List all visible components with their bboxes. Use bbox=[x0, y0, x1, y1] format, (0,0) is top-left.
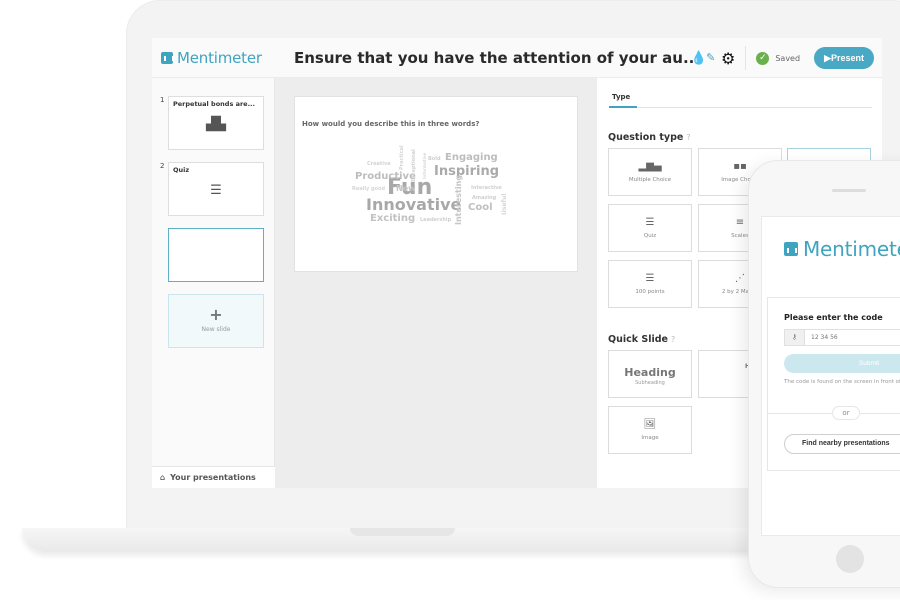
phone-screen: Mentimeter Please enter the code ⚷ Submi… bbox=[761, 216, 900, 536]
slide-thumbnail[interactable]: Perpetual bonds are... ▟▙ bbox=[168, 96, 264, 150]
word-cloud-word: Creative bbox=[367, 161, 391, 167]
word-cloud-word: Interesting bbox=[454, 174, 463, 225]
word-cloud-word: Informative bbox=[422, 152, 427, 179]
word-cloud-word: Innovative bbox=[366, 195, 462, 214]
app-header: Mentimeter Ensure that you have the atte… bbox=[152, 38, 882, 78]
code-hint: The code is found on the screen in front… bbox=[784, 379, 900, 385]
plus-icon: + bbox=[209, 305, 223, 324]
word-cloud-word: Bold bbox=[428, 156, 441, 162]
question-type-label: Quiz bbox=[643, 233, 657, 239]
logo-text: Mentimeter bbox=[177, 48, 262, 67]
question-type-100-points[interactable]: ☰ 100 points bbox=[608, 260, 692, 308]
phone-logo-text: Mentimeter bbox=[803, 237, 900, 261]
slide-number: 1 bbox=[160, 96, 165, 104]
word-cloud-word: Exciting bbox=[370, 213, 416, 224]
word-cloud-word: Inspiring bbox=[434, 164, 500, 179]
word-cloud-word: Really good bbox=[352, 186, 386, 192]
word-cloud-word: Exceptional bbox=[411, 149, 417, 182]
logo[interactable]: Mentimeter bbox=[161, 49, 284, 67]
join-card: Please enter the code ⚷ Submit The code … bbox=[767, 297, 900, 471]
check-circle-icon: ✓ bbox=[756, 51, 770, 65]
question-type-multiple-choice[interactable]: ▂▆▄ Multiple Choice bbox=[608, 148, 692, 196]
new-slide-tile[interactable]: + New slide bbox=[168, 294, 264, 348]
quick-slide-subheading-text: Subheading bbox=[635, 380, 665, 386]
quick-slide-image[interactable]: 🖼 Image bbox=[608, 406, 692, 454]
slide-number: 2 bbox=[160, 162, 165, 170]
key-icon: ⚷ bbox=[785, 330, 805, 345]
slide-thumbnail-selected[interactable] bbox=[168, 228, 264, 282]
question-type-label: Multiple Choice bbox=[628, 177, 672, 183]
submit-button[interactable]: Submit bbox=[784, 354, 900, 373]
word-cloud-word: Leadership bbox=[420, 217, 452, 223]
quick-slide-label: Image bbox=[641, 435, 659, 441]
checklist-icon: ☰ bbox=[210, 183, 222, 198]
tab-type[interactable]: Type bbox=[612, 93, 630, 101]
help-icon[interactable]: ? bbox=[686, 133, 690, 142]
find-nearby-button[interactable]: Find nearby presentations bbox=[784, 434, 900, 454]
tab-divider bbox=[609, 107, 872, 108]
tab-active-indicator bbox=[609, 106, 637, 108]
saved-status: Saved bbox=[775, 53, 801, 63]
checklist-icon: ☰ bbox=[645, 217, 655, 228]
laptop-notch bbox=[350, 528, 455, 536]
image-icon: 🖼 bbox=[643, 419, 657, 430]
bar-chart-icon bbox=[784, 242, 798, 256]
slides-sidebar: 1 Perpetual bonds are... ▟▙ 2 Quiz ☰ + N… bbox=[152, 78, 275, 488]
bars-icon: ☰ bbox=[645, 273, 655, 284]
word-cloud-word: Cool bbox=[468, 202, 493, 213]
quick-slide-label: Quick Slide bbox=[608, 334, 668, 345]
question-type-quiz[interactable]: ☰ Quiz bbox=[608, 204, 692, 252]
slide-title: Perpetual bonds are... bbox=[173, 100, 255, 108]
question-type-label: Question type bbox=[608, 132, 684, 143]
bar-chart-icon: ▟▙ bbox=[206, 117, 226, 132]
phone-frame: Mentimeter Please enter the code ⚷ Submi… bbox=[748, 160, 900, 588]
slide-preview[interactable]: How would you describe this in three wor… bbox=[294, 96, 578, 272]
slide-canvas-area: How would you describe this in three wor… bbox=[275, 78, 597, 488]
question-type-title: Question type? bbox=[608, 132, 691, 143]
word-cloud: Fun Innovative Inspiring Engaging Productive… bbox=[295, 97, 579, 273]
slide-title: Quiz bbox=[173, 166, 190, 174]
word-cloud-word: Practical bbox=[399, 145, 405, 170]
present-button[interactable]: ▶Present bbox=[814, 47, 874, 69]
home-button[interactable] bbox=[836, 545, 864, 573]
home-icon: ⌂ bbox=[160, 473, 166, 482]
header-divider bbox=[745, 46, 747, 70]
phone-speaker bbox=[832, 189, 866, 192]
drop-icon[interactable]: 💧 bbox=[691, 51, 707, 66]
your-presentations-link[interactable]: ⌂ Your presentations bbox=[152, 466, 275, 488]
presentation-title[interactable]: Ensure that you have the attention of yo… bbox=[294, 49, 700, 67]
code-input-group: ⚷ bbox=[784, 329, 900, 346]
quick-slide-heading-text: Heading bbox=[624, 366, 676, 379]
enter-code-label: Please enter the code bbox=[784, 313, 883, 322]
word-cloud-word: Productive bbox=[355, 171, 416, 182]
code-input[interactable] bbox=[805, 330, 900, 345]
word-cloud-word: Engaging bbox=[445, 152, 498, 163]
question-type-label: 100 points bbox=[635, 289, 665, 295]
your-presentations-label: Your presentations bbox=[170, 473, 256, 482]
word-cloud-word: Amazing bbox=[472, 195, 497, 201]
bar-chart-icon bbox=[161, 51, 174, 64]
new-slide-label: New slide bbox=[201, 326, 231, 333]
or-label: or bbox=[832, 406, 860, 420]
phone-logo: Mentimeter bbox=[784, 237, 900, 261]
slide-thumbnail[interactable]: Quiz ☰ bbox=[168, 162, 264, 216]
word-cloud-word: New bbox=[396, 184, 416, 193]
quick-slide-heading[interactable]: Heading Subheading bbox=[608, 350, 692, 398]
quick-slide-title: Quick Slide? bbox=[608, 334, 675, 345]
bar-chart-icon: ▂▆▄ bbox=[638, 161, 662, 172]
word-cloud-word: Useful bbox=[501, 193, 508, 215]
help-icon[interactable]: ? bbox=[671, 335, 675, 344]
gear-icon[interactable]: ⚙ bbox=[721, 49, 735, 68]
word-cloud-word: Interactive bbox=[471, 185, 502, 191]
header-actions: 💧 ⚙ ✓ Saved ▶Present bbox=[691, 38, 874, 78]
